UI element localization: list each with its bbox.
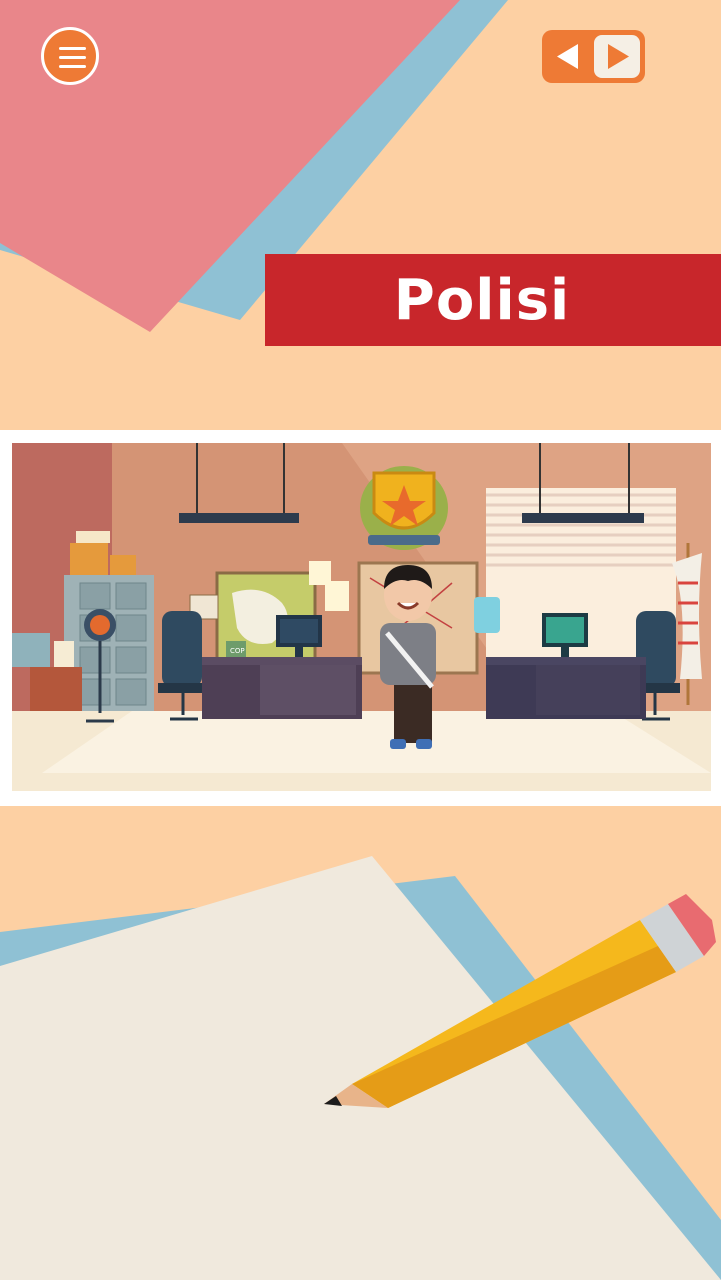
coffee-mug: COP — [226, 641, 246, 657]
scene-illustration: COP — [12, 443, 711, 791]
water-cooler — [474, 597, 500, 633]
police-office-scene: COP — [12, 443, 711, 791]
drawing-area[interactable] — [0, 806, 721, 1280]
mug-label: COP — [230, 647, 245, 655]
floor-highlight — [42, 711, 711, 773]
hamburger-menu-icon-bar — [59, 65, 86, 68]
previous-button[interactable] — [547, 35, 590, 78]
triangle-left-icon — [557, 44, 578, 69]
hamburger-menu-icon-bar — [59, 56, 86, 59]
header-panel: Polisi — [0, 0, 721, 430]
star-badge-emblem — [360, 466, 448, 550]
office-desk-right — [486, 657, 646, 719]
paper-and-pencil — [0, 856, 721, 1280]
menu-button[interactable] — [41, 27, 99, 85]
next-button[interactable] — [594, 35, 640, 78]
page-title: Polisi — [393, 267, 571, 333]
sticky-note — [325, 581, 349, 611]
title-banner: Polisi — [265, 254, 721, 346]
triangle-right-icon — [608, 44, 629, 69]
office-desk-left — [202, 657, 362, 719]
page-navigation — [542, 30, 645, 83]
hamburger-menu-icon — [59, 47, 86, 50]
